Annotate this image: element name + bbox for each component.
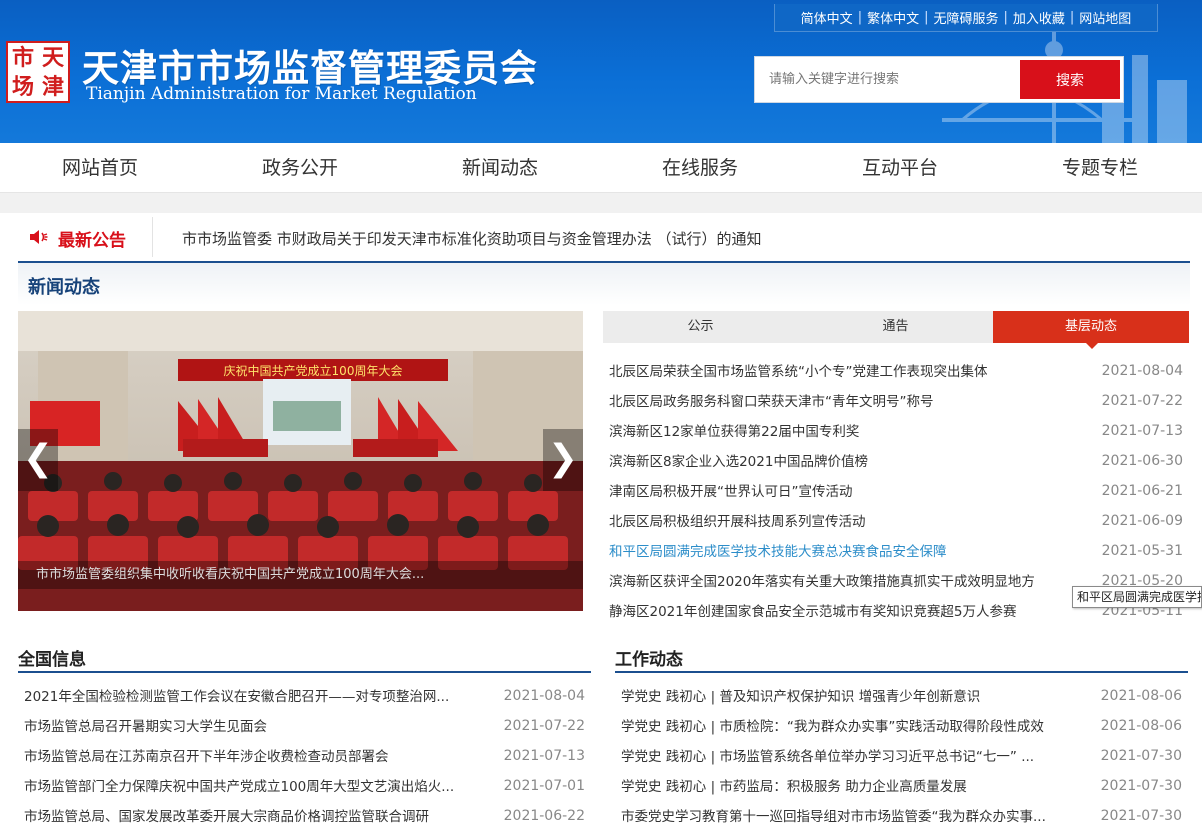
list-item: 北辰区局政务服务科窗口荣获天津市“青年文明号”称号 2021-07-22 — [603, 386, 1189, 416]
national-info-list: 2021年全国检验检测监管工作会议在安徽合肥召开——对专项整治网... 2021-… — [18, 681, 591, 831]
work-news-header: 工作动态 — [615, 643, 1188, 673]
tab-public-notice[interactable]: 公示 — [603, 311, 798, 343]
work-link[interactable]: 市委党史学习教育第十一巡回指导组对市市场监管委“我为群众办实事... — [621, 805, 1046, 825]
list-item: 北辰区局荣获全国市场监管系统“小个专”党建工作表现突出集体 2021-08-04 — [603, 356, 1189, 386]
list-item: 滨海新区8家企业入选2021中国品牌价值榜 2021-06-30 — [603, 446, 1189, 476]
divider-band — [0, 193, 1202, 213]
nav-online-services[interactable]: 在线服务 — [600, 143, 800, 192]
national-date: 2021-06-22 — [503, 808, 585, 824]
work-date: 2021-07-30 — [1100, 748, 1182, 764]
list-item: 市场监管总局、国家发展改革委开展大宗商品价格调控监管联合调研 2021-06-22 — [18, 801, 591, 831]
notice-label: 最新公告 — [58, 231, 126, 251]
news-link[interactable]: 静海区2021年创建国家食品安全示范城市有奖知识竞赛超5万人参赛 — [609, 600, 1016, 620]
list-item: 2021年全国检验检测监管工作会议在安徽合肥召开——对专项整治网... 2021-… — [18, 681, 591, 711]
link-add-favorite[interactable]: 加入收藏 — [1013, 8, 1065, 27]
news-date: 2021-06-30 — [1101, 453, 1183, 469]
national-link[interactable]: 市场监管部门全力保障庆祝中国共产党成立100周年大型文艺演出焰火... — [24, 775, 454, 795]
work-link[interactable]: 学党史 践初心 | 普及知识产权保护知识 增强青少年创新意识 — [621, 685, 980, 705]
news-section-header: 新闻动态 — [18, 261, 1190, 305]
site-header: 简体中文 | 繁体中文 | 无障碍服务 | 加入收藏 | 网站地图 市 天 场 … — [0, 0, 1202, 143]
chevron-left-icon[interactable]: ❮ — [18, 429, 58, 491]
list-item: 市场监管部门全力保障庆祝中国共产党成立100周年大型文艺演出焰火... 2021-… — [18, 771, 591, 801]
nav-special-topics[interactable]: 专题专栏 — [1000, 143, 1200, 192]
national-link[interactable]: 市场监管总局在江苏南京召开下半年涉企收费检查动员部署会 — [24, 745, 389, 765]
list-item: 津南区局积极开展“世界认可日”宣传活动 2021-06-21 — [603, 476, 1189, 506]
news-link[interactable]: 北辰区局政务服务科窗口荣获天津市“青年文明号”称号 — [609, 390, 934, 410]
hover-tooltip: 和平区局圆满完成医学技术 — [1072, 586, 1202, 608]
svg-text:庆祝中国共产党成立100周年大会: 庆祝中国共产党成立100周年大会 — [224, 363, 403, 378]
news-link[interactable]: 滨海新区获评全国2020年落实有关重大政策措施真抓实干成效明显地方 — [609, 570, 1035, 590]
section-title-news[interactable]: 新闻动态 — [28, 273, 100, 299]
news-photo-carousel[interactable]: 庆祝中国共产党成立100周年大会 市市场监管委组织集中收听收看庆祝中国共产党成立… — [18, 311, 583, 611]
list-item: 学党史 践初心 | 市质检院：“我为群众办实事”实践活动取得阶段性成效 2021-… — [615, 711, 1188, 741]
section-title-national[interactable]: 全国信息 — [18, 645, 86, 670]
work-date: 2021-07-30 — [1100, 778, 1182, 794]
national-link[interactable]: 2021年全国检验检测监管工作会议在安徽合肥召开——对专项整治网... — [24, 685, 449, 705]
list-item: 学党史 践初心 | 市场监管系统各单位举办学习习近平总书记“七一” ... 202… — [615, 741, 1188, 771]
link-accessibility[interactable]: 无障碍服务 — [933, 8, 998, 27]
news-date: 2021-05-31 — [1101, 543, 1183, 559]
news-link[interactable]: 北辰区局积极组织开展科技周系列宣传活动 — [609, 510, 866, 530]
news-link[interactable]: 北辰区局荣获全国市场监管系统“小个专”党建工作表现突出集体 — [609, 360, 988, 380]
speaker-icon — [30, 230, 48, 244]
list-item: 市委党史学习教育第十一巡回指导组对市市场监管委“我为群众办实事... 2021-0… — [615, 801, 1188, 831]
news-date: 2021-06-09 — [1101, 513, 1183, 529]
search-box: 搜索 — [754, 56, 1124, 103]
tab-grassroots-news[interactable]: 基层动态 — [993, 311, 1189, 349]
news-date: 2021-07-13 — [1101, 423, 1183, 439]
list-item: 学党史 践初心 | 市药监局：积极服务 助力企业高质量发展 2021-07-30 — [615, 771, 1188, 801]
work-date: 2021-07-30 — [1100, 808, 1182, 824]
nav-home[interactable]: 网站首页 — [0, 143, 200, 192]
news-link[interactable]: 滨海新区12家单位获得第22届中国专利奖 — [609, 420, 859, 440]
news-tabs: 公示 通告 基层动态 — [603, 311, 1189, 349]
work-link[interactable]: 学党史 践初心 | 市场监管系统各单位举办学习习近平总书记“七一” ... — [621, 745, 1034, 765]
notice-link[interactable]: 市市场监管委 市财政局关于印发天津市标准化资助项目与资金管理办法 （试行）的通知 — [182, 228, 762, 249]
news-link[interactable]: 津南区局积极开展“世界认可日”宣传活动 — [609, 480, 853, 500]
nav-government-affairs[interactable]: 政务公开 — [200, 143, 400, 192]
nav-interaction[interactable]: 互动平台 — [800, 143, 1000, 192]
work-news-list: 学党史 践初心 | 普及知识产权保护知识 增强青少年创新意识 2021-08-06… — [615, 681, 1188, 831]
national-date: 2021-07-13 — [503, 748, 585, 764]
national-link[interactable]: 市场监管总局、国家发展改革委开展大宗商品价格调控监管联合调研 — [24, 805, 429, 825]
work-date: 2021-08-06 — [1100, 688, 1182, 704]
list-item: 北辰区局积极组织开展科技周系列宣传活动 2021-06-09 — [603, 506, 1189, 536]
list-item: 和平区局圆满完成医学技术技能大赛总决赛食品安全保障 2021-05-31 — [603, 536, 1189, 566]
work-link[interactable]: 学党史 践初心 | 市药监局：积极服务 助力企业高质量发展 — [621, 775, 967, 795]
list-item: 滨海新区12家单位获得第22届中国专利奖 2021-07-13 — [603, 416, 1189, 446]
section-title-work[interactable]: 工作动态 — [615, 645, 683, 670]
main-nav: 网站首页 政务公开 新闻动态 在线服务 互动平台 专题专栏 — [0, 143, 1202, 193]
national-date: 2021-07-01 — [503, 778, 585, 794]
search-button[interactable]: 搜索 — [1020, 60, 1120, 99]
work-link[interactable]: 学党史 践初心 | 市质检院：“我为群众办实事”实践活动取得阶段性成效 — [621, 715, 1044, 735]
national-date: 2021-07-22 — [503, 718, 585, 734]
news-date: 2021-07-22 — [1101, 393, 1183, 409]
national-link[interactable]: 市场监管总局召开暑期实习大学生见面会 — [24, 715, 267, 735]
news-date: 2021-06-21 — [1101, 483, 1183, 499]
national-info-header: 全国信息 — [18, 643, 591, 673]
chevron-right-icon[interactable]: ❯ — [543, 429, 583, 491]
work-date: 2021-08-06 — [1100, 718, 1182, 734]
tab-announcement[interactable]: 通告 — [798, 311, 993, 343]
link-site-map[interactable]: 网站地图 — [1079, 8, 1131, 27]
news-link[interactable]: 滨海新区8家企业入选2021中国品牌价值榜 — [609, 450, 868, 470]
link-traditional-chinese[interactable]: 繁体中文 — [867, 8, 919, 27]
photo-caption[interactable]: 市市场监管委组织集中收听收看庆祝中国共产党成立100周年大会... — [18, 561, 583, 589]
nav-news[interactable]: 新闻动态 — [400, 143, 600, 192]
search-input[interactable] — [755, 57, 1020, 102]
list-item: 市场监管总局在江苏南京召开下半年涉企收费检查动员部署会 2021-07-13 — [18, 741, 591, 771]
logo-seal[interactable]: 市 天 场 津 — [6, 41, 70, 103]
news-link-hovered[interactable]: 和平区局圆满完成医学技术技能大赛总决赛食品安全保障 — [609, 540, 947, 560]
latest-notice-bar: 最新公告 市市场监管委 市财政局关于印发天津市标准化资助项目与资金管理办法 （试… — [4, 213, 1202, 261]
news-date: 2021-08-04 — [1101, 363, 1183, 379]
list-item: 市场监管总局召开暑期实习大学生见面会 2021-07-22 — [18, 711, 591, 741]
list-item: 学党史 践初心 | 普及知识产权保护知识 增强青少年创新意识 2021-08-06 — [615, 681, 1188, 711]
top-links-bar: 简体中文 | 繁体中文 | 无障碍服务 | 加入收藏 | 网站地图 — [774, 4, 1158, 32]
site-title-english: Tianjin Administration for Market Regula… — [86, 84, 477, 104]
link-simplified-chinese[interactable]: 简体中文 — [801, 8, 853, 27]
national-date: 2021-08-04 — [503, 688, 585, 704]
